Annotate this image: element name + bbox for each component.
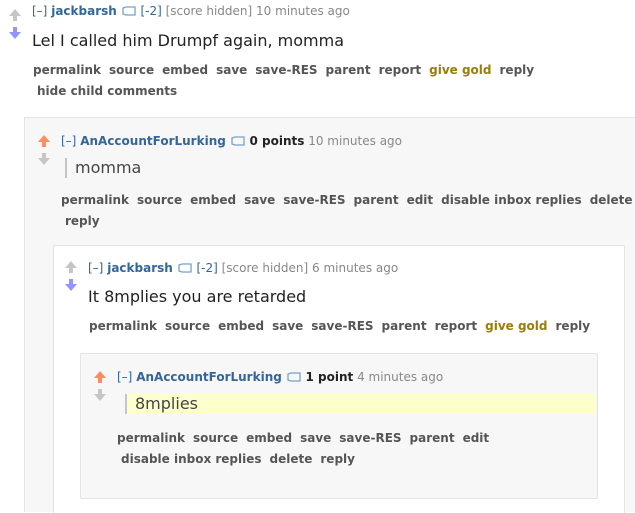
timestamp: 10 minutes ago xyxy=(308,134,403,148)
embed-button[interactable]: embed xyxy=(162,63,208,77)
collapse-toggle[interactable]: [–] xyxy=(61,134,76,148)
report-button[interactable]: report xyxy=(435,319,478,333)
tagline: [–] AnAccountForLurking 0 points 10 minu… xyxy=(61,134,402,148)
score-value: [-2] xyxy=(196,261,218,275)
vote-column xyxy=(37,134,51,170)
parent-button[interactable]: parent xyxy=(382,319,427,333)
parent-button[interactable]: parent xyxy=(326,63,371,77)
save-button[interactable]: save xyxy=(244,193,275,207)
save-button[interactable]: save xyxy=(216,63,247,77)
message-icon[interactable] xyxy=(177,263,192,273)
save-res-button[interactable]: save-RES xyxy=(311,319,373,333)
tagline: [–] jackbarsh [-2] [score hidden] 10 min… xyxy=(32,4,350,18)
give-gold-button[interactable]: give gold xyxy=(485,319,547,333)
author-link[interactable]: jackbarsh xyxy=(107,261,173,275)
delete-button[interactable]: delete xyxy=(270,452,313,466)
score-value: 0 points xyxy=(249,134,305,148)
disable-inbox-replies-button[interactable]: disable inbox replies xyxy=(441,193,582,207)
edit-button[interactable]: edit xyxy=(407,193,434,207)
comment-body: 8mplies xyxy=(125,394,595,414)
disable-inbox-replies-button[interactable]: disable inbox replies xyxy=(121,452,262,466)
comment-body: It 8mplies you are retarded xyxy=(88,287,307,306)
reply-button[interactable]: reply xyxy=(556,319,591,333)
comment-buttons: permalink source embed save save-RES parent ed… xyxy=(61,192,635,229)
score-value: [-2] xyxy=(140,4,162,18)
comment-jackbarsh-2: [–] jackbarsh [-2] [score hidden] 6 minu… xyxy=(53,245,625,513)
downvote-arrow-icon[interactable] xyxy=(93,388,107,402)
tagline: [–] AnAccountForLurking 1 point 4 minute… xyxy=(117,370,443,384)
message-icon[interactable] xyxy=(231,136,245,146)
collapse-toggle[interactable]: [–] xyxy=(32,4,47,18)
score-hidden: [score hidden] xyxy=(221,261,309,275)
comment-buttons: permalink source embed save save-RES parent ed… xyxy=(117,430,497,467)
score-value: 1 point xyxy=(305,370,354,384)
tagline: [–] jackbarsh [-2] [score hidden] 6 minu… xyxy=(88,261,398,275)
save-res-button[interactable]: save-RES xyxy=(283,193,345,207)
downvote-arrow-icon[interactable] xyxy=(37,152,51,166)
comment-body: momma xyxy=(65,158,141,178)
save-button[interactable]: save xyxy=(300,431,331,445)
reply-button[interactable]: reply xyxy=(500,63,535,77)
parent-button[interactable]: parent xyxy=(410,431,455,445)
embed-button[interactable]: embed xyxy=(190,193,236,207)
upvote-arrow-icon[interactable] xyxy=(8,8,22,22)
timestamp: 10 minutes ago xyxy=(256,4,350,18)
score-hidden: [score hidden] xyxy=(165,4,253,18)
upvote-arrow-icon[interactable] xyxy=(64,260,78,274)
vote-column xyxy=(8,8,22,44)
comment-anaccountforlurking-1: [–] AnAccountForLurking 0 points 10 minu… xyxy=(24,117,635,513)
source-button[interactable]: source xyxy=(165,319,210,333)
author-link[interactable]: jackbarsh xyxy=(51,4,117,18)
comment-anaccountforlurking-2: [–] AnAccountForLurking 1 point 4 minute… xyxy=(80,353,598,499)
save-button[interactable]: save xyxy=(272,319,303,333)
vote-column xyxy=(64,260,78,296)
edit-button[interactable]: edit xyxy=(463,431,490,445)
hide-child-comments-button[interactable]: hide child comments xyxy=(37,84,177,98)
comment-jackbarsh-1: [–] jackbarsh [-2] [score hidden] 10 min… xyxy=(0,0,635,513)
permalink-button[interactable]: permalink xyxy=(33,63,101,77)
author-link[interactable]: AnAccountForLurking xyxy=(80,134,226,148)
reply-button[interactable]: reply xyxy=(65,214,100,228)
downvote-arrow-icon[interactable] xyxy=(8,26,22,40)
source-button[interactable]: source xyxy=(137,193,182,207)
reply-button[interactable]: reply xyxy=(320,452,355,466)
comment-buttons: permalink source embed save save-RES parent re… xyxy=(33,62,542,99)
timestamp: 4 minutes ago xyxy=(357,370,444,384)
message-icon[interactable] xyxy=(287,372,301,382)
save-res-button[interactable]: save-RES xyxy=(255,63,317,77)
permalink-button[interactable]: permalink xyxy=(61,193,129,207)
upvote-arrow-icon[interactable] xyxy=(37,134,51,148)
source-button[interactable]: source xyxy=(193,431,238,445)
source-button[interactable]: source xyxy=(109,63,154,77)
permalink-button[interactable]: permalink xyxy=(117,431,185,445)
collapse-toggle[interactable]: [–] xyxy=(117,370,132,384)
downvote-arrow-icon[interactable] xyxy=(64,278,78,292)
parent-button[interactable]: parent xyxy=(354,193,399,207)
permalink-button[interactable]: permalink xyxy=(89,319,157,333)
give-gold-button[interactable]: give gold xyxy=(429,63,491,77)
upvote-arrow-icon[interactable] xyxy=(93,370,107,384)
timestamp: 6 minutes ago xyxy=(312,261,399,275)
delete-button[interactable]: delete xyxy=(590,193,633,207)
save-res-button[interactable]: save-RES xyxy=(339,431,401,445)
vote-column xyxy=(93,370,107,406)
report-button[interactable]: report xyxy=(379,63,422,77)
comment-body: Lel I called him Drumpf again, momma xyxy=(32,31,345,50)
embed-button[interactable]: embed xyxy=(246,431,292,445)
embed-button[interactable]: embed xyxy=(218,319,264,333)
collapse-toggle[interactable]: [–] xyxy=(88,261,103,275)
comment-buttons: permalink source embed save save-RES parent re… xyxy=(89,318,598,334)
message-icon[interactable] xyxy=(121,6,136,16)
author-link[interactable]: AnAccountForLurking xyxy=(136,370,282,384)
